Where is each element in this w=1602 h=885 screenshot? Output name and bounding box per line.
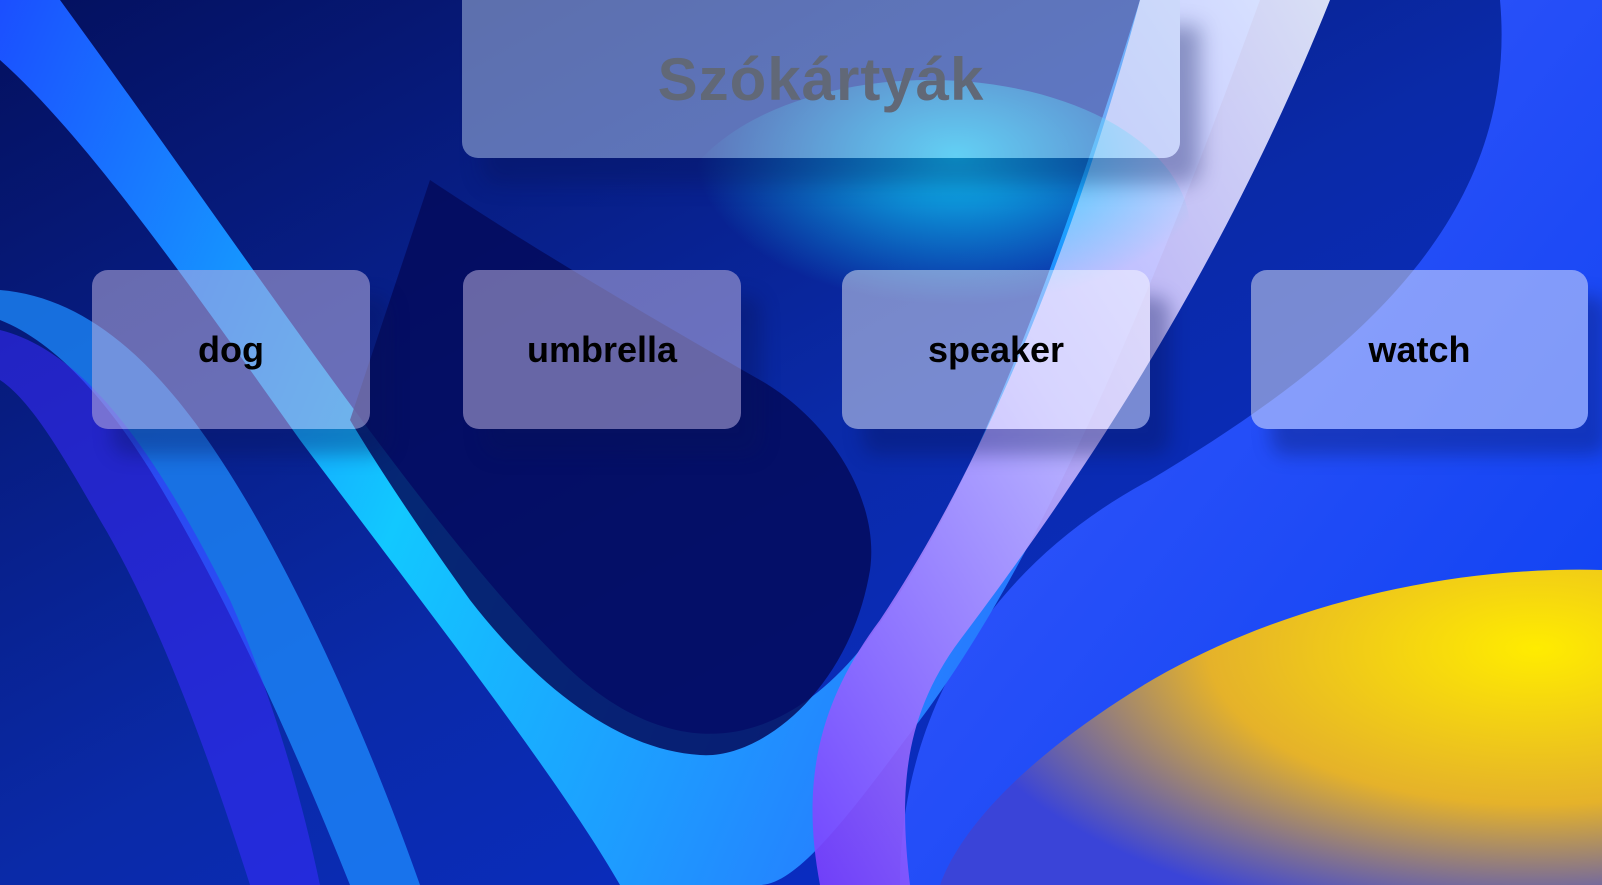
word-card-dog[interactable]: dog [92,270,370,429]
word-card-label: umbrella [526,328,678,370]
title-card: Szókártyák [462,0,1180,158]
word-card-label: dog [198,328,264,370]
app-stage: Szókártyák dog umbrella speaker watch [0,0,1602,885]
page-title: Szókártyák [657,45,985,113]
word-card-umbrella[interactable]: umbrella [463,270,741,429]
word-card-watch[interactable]: watch [1251,270,1588,429]
word-card-label: watch [1368,328,1471,370]
word-card-speaker[interactable]: speaker [842,270,1150,429]
word-card-label: speaker [927,328,1065,370]
